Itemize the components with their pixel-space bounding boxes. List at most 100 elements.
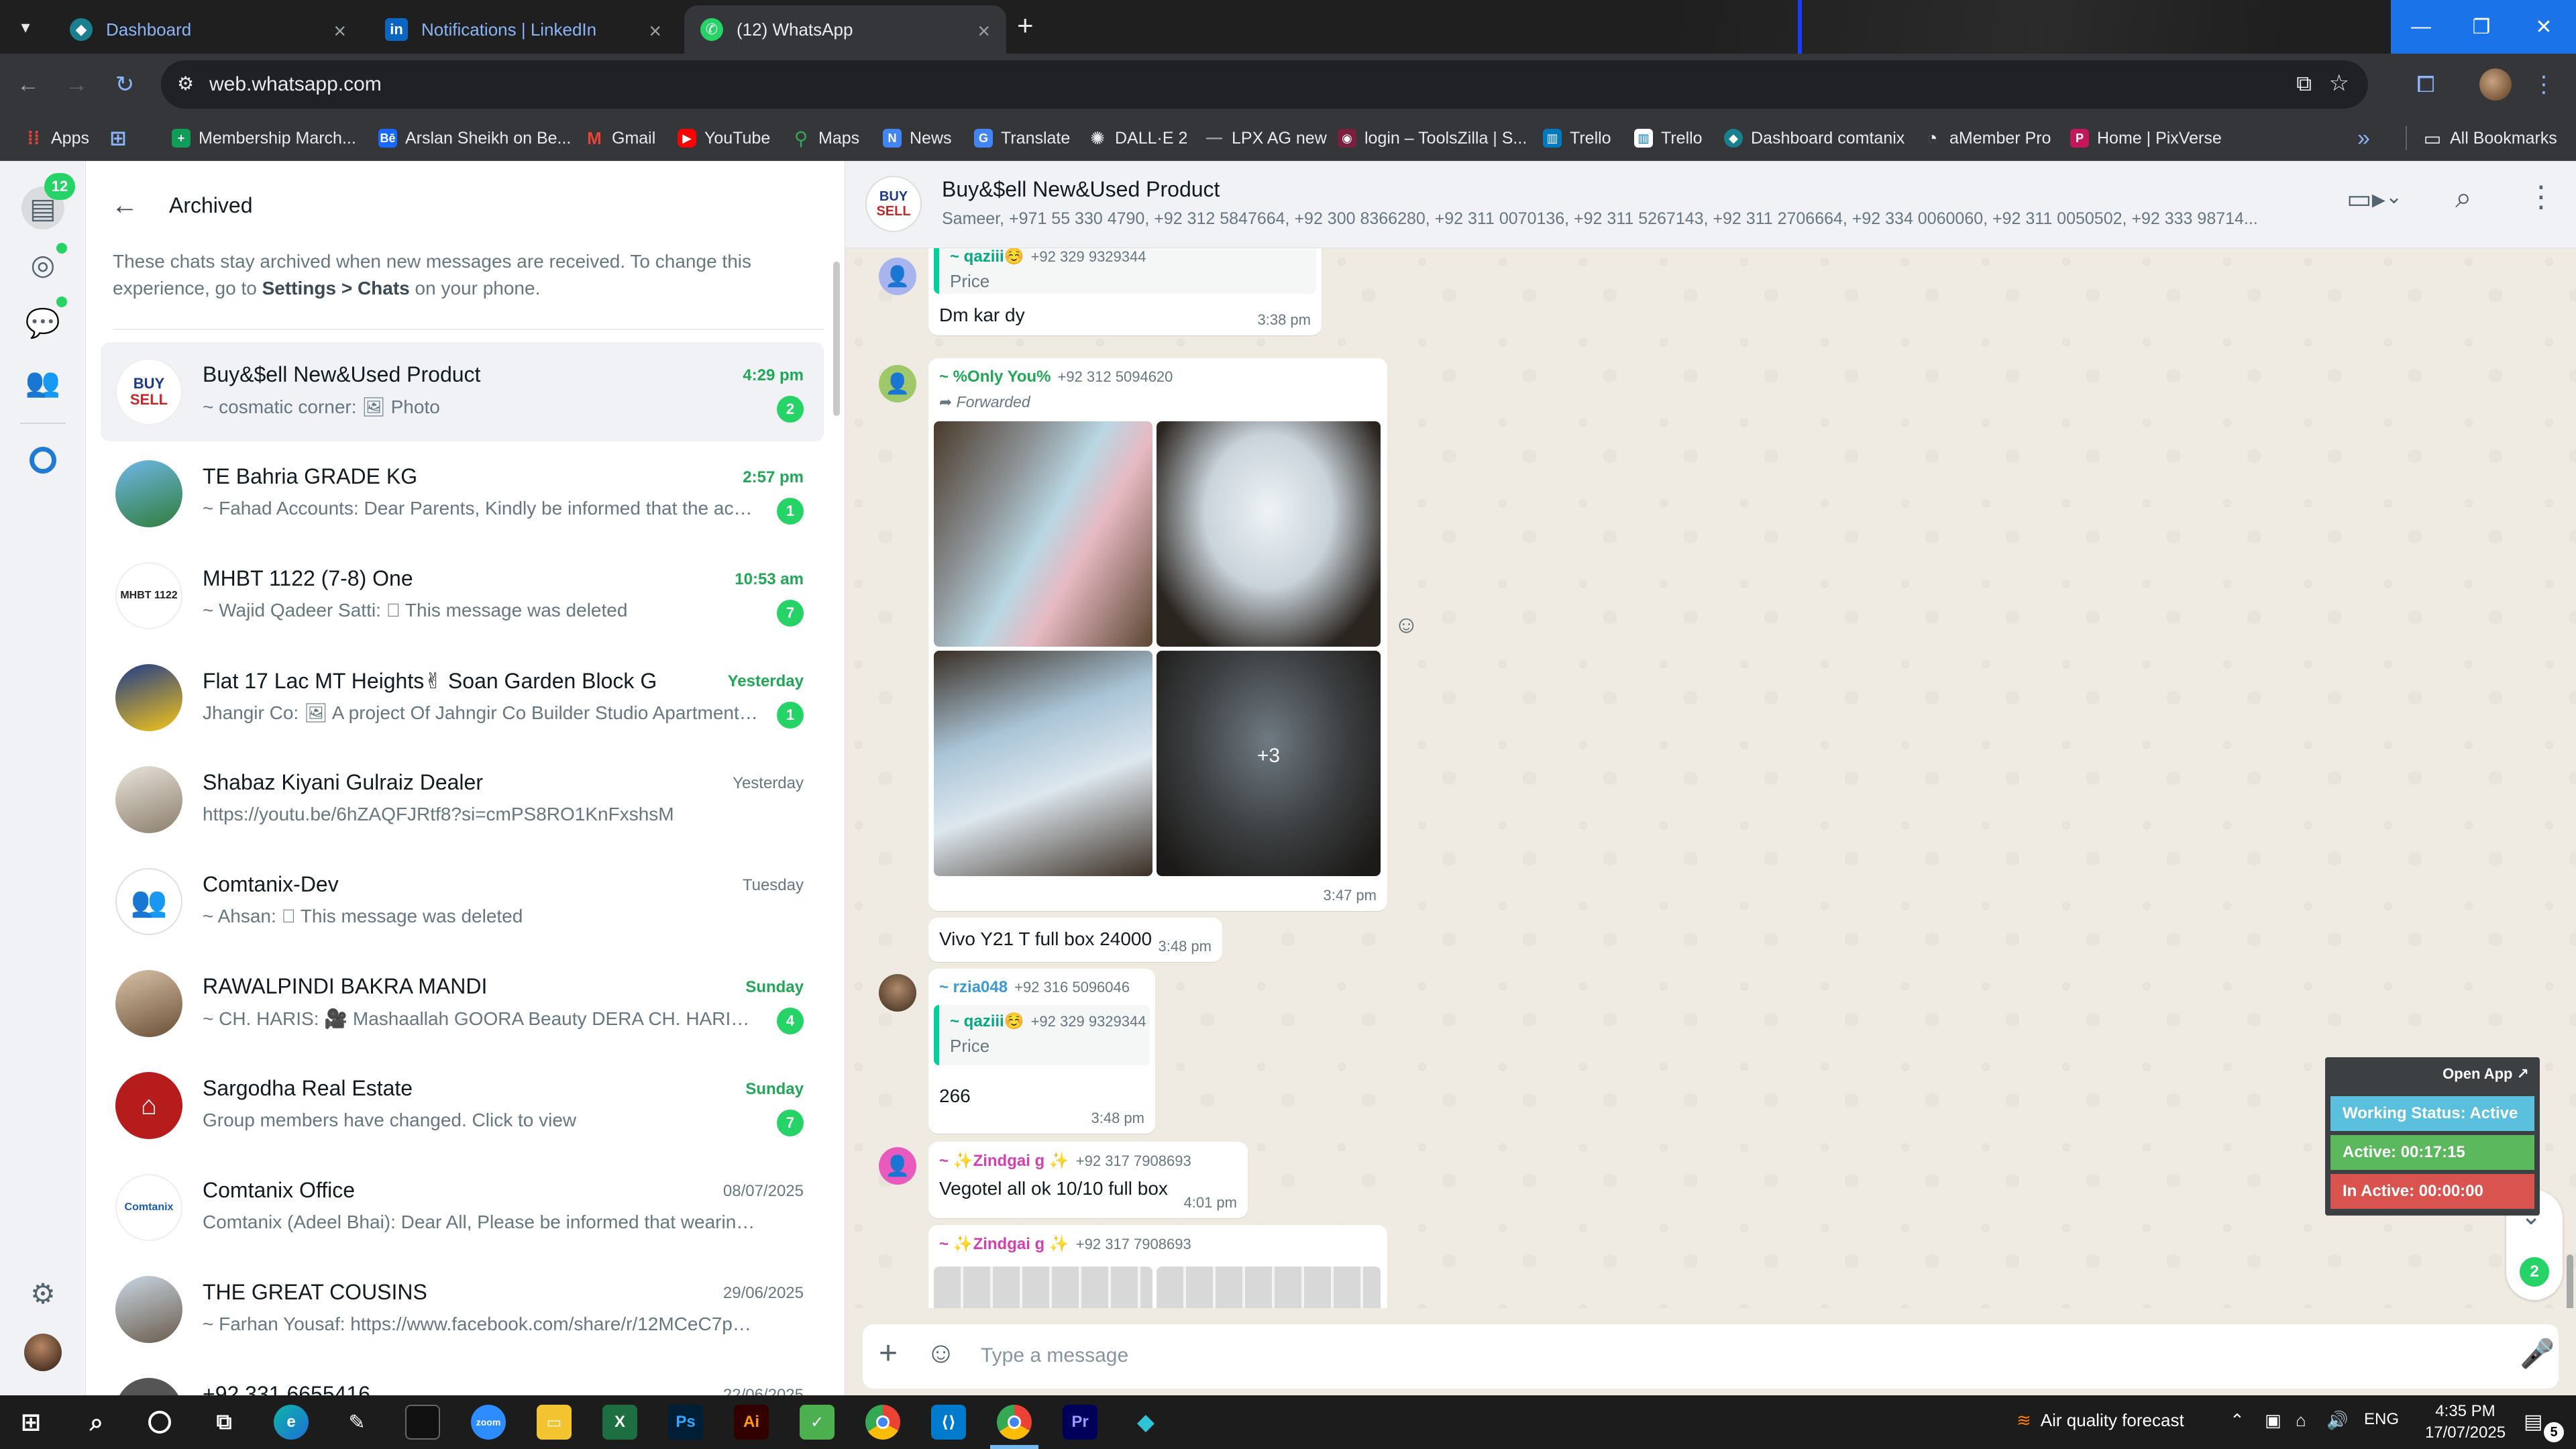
bookmark-grid[interactable]: ⊞ (109, 123, 136, 153)
back-arrow-icon[interactable]: ← (9, 66, 47, 103)
illustrator-icon[interactable]: Ai (734, 1405, 769, 1440)
edge-icon[interactable]: e (274, 1405, 309, 1440)
bookmark-dalle[interactable]: ✺ DALL·E 2 (1088, 123, 1187, 153)
chat-row[interactable]: THE GREAT COUSINS ~ Farhan Yousaf: https… (101, 1260, 824, 1359)
photo-thumbnail[interactable] (934, 1267, 1152, 1308)
photoshop-icon[interactable]: Ps (668, 1405, 703, 1440)
address-bar[interactable]: ⚙ web.whatsapp.com ⧉ ☆ (161, 60, 2368, 109)
reload-icon[interactable]: ↻ (106, 66, 144, 103)
forward-arrow-icon[interactable]: → (58, 66, 95, 103)
chat-row[interactable]: RAWALPINDI BAKRA MANDI ~ CH. HARIS: 🎥 Ma… (101, 954, 824, 1053)
minimize-button[interactable]: — (2391, 0, 2451, 54)
weather-widget[interactable]: ≋ Air quality forecast (2017, 1410, 2184, 1431)
chevron-down-icon[interactable]: ⌄ (2385, 185, 2402, 209)
profile-avatar[interactable] (2477, 66, 2514, 103)
install-app-icon[interactable]: ⧉ (2296, 71, 2312, 97)
menu-dots-icon[interactable]: ⋮ (2526, 180, 2556, 214)
zoom-icon[interactable]: zoom (471, 1405, 506, 1440)
sidebar-scrollbar[interactable] (833, 262, 840, 416)
bookmark-apps[interactable]: ⁞⁞ Apps (24, 123, 89, 153)
bookmark-youtube[interactable]: ▶ YouTube (678, 123, 770, 153)
bookmark-trello-1[interactable]: ▥ Trello (1543, 123, 1611, 153)
chat-row[interactable]: Comtanix Comtanix Office Comtanix (Adeel… (101, 1158, 824, 1257)
all-bookmarks[interactable]: ▭ All Bookmarks (2423, 123, 2557, 153)
meta-ai-icon[interactable] (21, 439, 64, 482)
excel-icon[interactable]: X (602, 1405, 637, 1440)
chat-row[interactable]: MHBT 1122 MHBT 1122 (7-8) One ~ Wajid Qa… (101, 546, 824, 645)
bookmark-trello-2[interactable]: ▥ Trello (1634, 123, 1703, 153)
terminal-icon[interactable] (405, 1405, 440, 1440)
bookmark-news[interactable]: N News (883, 123, 952, 153)
sticker-icon[interactable]: ☺ (926, 1336, 956, 1370)
premiere-icon[interactable]: Pr (1063, 1405, 1097, 1440)
windows-start-icon[interactable]: ⊞ (13, 1405, 48, 1440)
tab-whatsapp[interactable]: ✆ (12) WhatsApp × (684, 5, 1006, 54)
close-tab-icon[interactable]: × (333, 19, 346, 44)
extensions-icon[interactable]: ⧠ (2407, 66, 2445, 103)
comtanix-app-icon[interactable]: ◆ (1128, 1405, 1163, 1440)
phone-photo-4[interactable]: +3 (1157, 651, 1381, 876)
task-view-icon[interactable]: ⧉ (207, 1405, 241, 1440)
photo-thumbnail[interactable] (1157, 1267, 1381, 1308)
restore-button[interactable]: ❐ (2451, 0, 2512, 54)
clock[interactable]: 4:35 PM 17/07/2025 (2415, 1401, 2516, 1444)
media-album-message[interactable]: ~ %Only You% +92 312 5094620 ➦ Forwarded … (928, 358, 1387, 911)
chat-row[interactable]: ⌂ Sargodha Real Estate Group members hav… (101, 1056, 824, 1155)
bookmark-gmail[interactable]: M Gmail (585, 123, 655, 153)
notification-center-icon[interactable]: ▤ (2524, 1410, 2542, 1434)
channels-icon[interactable]: 💬 (21, 302, 64, 345)
communities-icon[interactable]: 👥 (21, 361, 64, 404)
group-avatar[interactable]: BUY SELL (865, 176, 922, 232)
conversation-header[interactable]: BUY SELL Buy&$ell New&Used Product Sameer… (845, 161, 2576, 248)
vscode-icon[interactable]: ⟨⟩ (931, 1405, 966, 1440)
bookmarks-overflow[interactable]: » (2357, 123, 2370, 153)
message-bubble[interactable]: ~ ✨Zindgai g ✨ +92 317 7908693 Vegotel al… (928, 1142, 1248, 1218)
video-call-icon[interactable]: ▭▸ (2347, 184, 2385, 215)
bookmark-behance[interactable]: Bē Arslan Sheikh on Be... (378, 123, 571, 153)
chat-row[interactable]: Flat 17 Lac MT Heights✌ Soan Garden Bloc… (101, 648, 824, 747)
phone-photo-1[interactable] (934, 421, 1152, 647)
chat-row[interactable]: BUY SELL Buy&$ell New&Used Product ~ cosm… (101, 342, 824, 441)
quoted-message[interactable]: ~ qaziii☺️ +92 329 9329344 Price (934, 248, 1316, 294)
message-list[interactable]: 👤 ~ qaziii☺️ +92 329 9329344 Price Dm kar… (845, 248, 2576, 1308)
media-message[interactable]: ~ ✨Zindgai g ✨ +92 317 7908693 (928, 1225, 1387, 1308)
tab-search-button[interactable]: ▾ (12, 13, 39, 40)
chat-row[interactable]: 👥 Comtanix-Dev ~ Ahsan: ⃠ This message w… (101, 852, 824, 951)
cortana-icon[interactable] (142, 1405, 177, 1440)
bookmark-maps[interactable]: ⚲ Maps (792, 123, 859, 153)
phone-photo-2[interactable] (1157, 421, 1381, 647)
volume-icon[interactable]: 🔊 (2326, 1410, 2348, 1431)
react-emoji-icon[interactable]: ☺ (1394, 610, 1419, 639)
close-tab-icon[interactable]: × (649, 19, 661, 44)
green-app-icon[interactable]: ✓ (800, 1405, 835, 1440)
bookmark-amember[interactable]: ◔ aMember Pro (1923, 123, 2051, 153)
new-tab-button[interactable]: + (1017, 9, 1034, 42)
microphone-icon[interactable]: 🎤 (2520, 1338, 2555, 1371)
show-hidden-icons[interactable]: ⌃ (2230, 1410, 2245, 1431)
bookmark-lpx[interactable]: — LPX AG new (1205, 123, 1327, 153)
bookmark-membership[interactable]: + Membership March... (172, 123, 356, 153)
chat-row[interactable]: +92 331 6655416 22/06/2025 (101, 1362, 824, 1395)
search-icon[interactable]: ⌕ (2455, 181, 2472, 215)
chrome-icon[interactable] (865, 1405, 900, 1440)
site-info-icon[interactable]: ⚙ (177, 72, 194, 95)
network-icon[interactable]: ⌂ (2296, 1410, 2306, 1431)
message-bubble[interactable]: ~ rzia048 +92 316 5096046 ~ qaziii☺️ +92 3… (928, 969, 1155, 1134)
bookmark-toolszilla[interactable]: ◉ login – ToolsZilla | S... (1338, 123, 1527, 153)
bookmark-star-icon[interactable]: ☆ (2329, 70, 2349, 97)
profile-avatar[interactable] (21, 1331, 64, 1374)
bookmark-dashboard-comtanix[interactable]: ◆ Dashboard comtanix (1724, 123, 1904, 153)
chat-row[interactable]: Shabaz Kiyani Gulraiz Dealer https://you… (101, 750, 824, 849)
file-explorer-icon[interactable]: ▭ (537, 1405, 572, 1440)
pen-tool-icon[interactable]: ✎ (339, 1405, 374, 1440)
phone-photo-3[interactable] (934, 651, 1152, 876)
bookmark-pixverse[interactable]: P Home | PixVerse (2070, 123, 2222, 153)
settings-gear-icon[interactable]: ⚙ (21, 1272, 64, 1315)
tab-dashboard[interactable]: ◆ Dashboard × (54, 5, 362, 54)
close-tab-icon[interactable]: × (977, 19, 990, 44)
meet-now-icon[interactable]: ▣ (2265, 1410, 2282, 1431)
browser-menu-icon[interactable]: ⋮ (2525, 66, 2563, 103)
open-app-button[interactable]: Open App ↗ (2443, 1065, 2529, 1083)
chat-row[interactable]: TE Bahria GRADE KG ~ Fahad Accounts: Dea… (101, 444, 824, 543)
message-bubble[interactable]: ~ qaziii☺️ +92 329 9329344 Price Dm kar d… (928, 248, 1322, 335)
